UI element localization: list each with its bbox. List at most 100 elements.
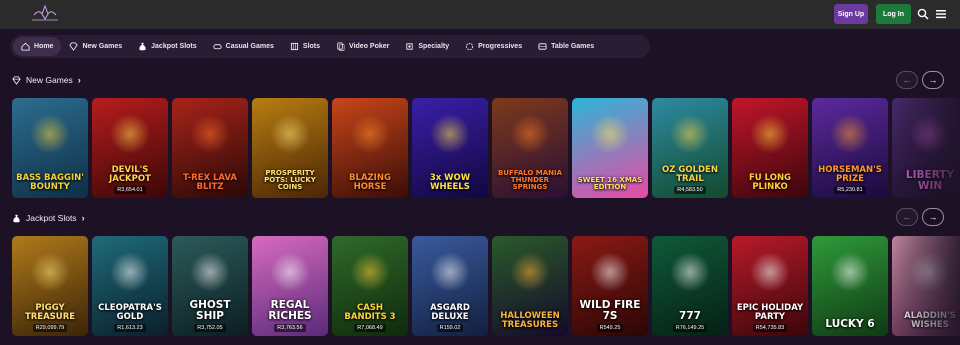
- money-bag-icon: [139, 42, 146, 51]
- nav-item-new-games[interactable]: New Games: [61, 37, 130, 56]
- game-tile[interactable]: HALLOWEEN TREASURES: [492, 236, 568, 336]
- jackpot-slots-heading[interactable]: Jackpot Slots ›: [12, 213, 85, 223]
- jackpot-amount: R549.25: [596, 324, 624, 332]
- jackpot-amount: R54,735.83: [752, 324, 788, 332]
- game-title: BASS BAGGIN' BOUNTY: [16, 173, 84, 192]
- game-artwork: [510, 114, 550, 154]
- game-title: LUCKY 6: [825, 317, 875, 330]
- game-artwork: [830, 252, 870, 292]
- game-tile[interactable]: REGAL RICHES R3,763.56: [252, 236, 328, 336]
- nav-item-video-poker[interactable]: Video Poker: [328, 37, 397, 56]
- game-artwork: [270, 252, 310, 292]
- game-title: DEVIL'S JACKPOT: [109, 165, 151, 184]
- game-tile[interactable]: PIGGY TREASURE R29,099.79: [12, 236, 88, 336]
- game-tile[interactable]: T-REX LAVA BLITZ: [172, 98, 248, 198]
- home-icon: [21, 42, 30, 51]
- game-title: CASH BANDITS 3: [344, 303, 396, 322]
- nav-item-label: Progressives: [478, 43, 523, 50]
- new-games-next-button[interactable]: →: [922, 71, 944, 89]
- game-tile[interactable]: HORSEMAN'S PRIZE R5,230.81: [812, 98, 888, 198]
- jackpot-amount: R1,613.23: [114, 324, 146, 332]
- game-title: FU LONG PLINKO: [748, 173, 792, 192]
- game-artwork: [750, 114, 790, 154]
- game-tile[interactable]: ASGARD DELUXE R159.02: [412, 236, 488, 336]
- game-tile[interactable]: 777 R76,149.25: [652, 236, 728, 336]
- chevron-right-icon: ›: [81, 213, 85, 223]
- jackpot-slots-title: Jackpot Slots: [26, 213, 77, 223]
- nav-item-label: New Games: [82, 43, 123, 50]
- game-tile[interactable]: CLEOPATRA'S GOLD R1,613.23: [92, 236, 168, 336]
- jackpot-amount: R3,654.01: [114, 186, 146, 194]
- progress-icon: [466, 42, 474, 51]
- nav-item-jackpot-slots[interactable]: Jackpot Slots: [130, 37, 205, 56]
- search-icon[interactable]: [917, 8, 929, 20]
- nav-item-progressives[interactable]: Progressives: [457, 37, 530, 56]
- game-artwork: [350, 114, 390, 154]
- new-games-heading[interactable]: New Games ›: [12, 75, 81, 85]
- jackpot-amount: R3,752.05: [194, 324, 226, 332]
- jackpot-amount: R5,230.81: [834, 186, 866, 194]
- game-title: SWEET 16 XMAS EDITION: [577, 176, 643, 191]
- nav-item-slots[interactable]: Slots: [282, 37, 328, 56]
- jackpot-slots-next-button[interactable]: →: [922, 208, 944, 226]
- new-games-prev-button[interactable]: ←: [896, 71, 918, 89]
- game-tile[interactable]: DEVIL'S JACKPOT R3,654.01: [92, 98, 168, 198]
- slot-icon: [290, 42, 298, 51]
- game-artwork: [430, 114, 470, 154]
- game-artwork: [670, 114, 710, 154]
- game-title: BLAZING HORSE: [349, 173, 391, 192]
- top-bar: Sign Up Log In: [0, 0, 960, 29]
- game-artwork: [750, 252, 790, 292]
- site-logo[interactable]: [28, 3, 62, 25]
- nav-item-table-games[interactable]: Table Games: [530, 37, 602, 56]
- game-tile[interactable]: PROSPERITY POTS: LUCKY COINS: [252, 98, 328, 198]
- game-title: 777: [679, 309, 701, 322]
- game-tile[interactable]: CASH BANDITS 3 R7,068.49: [332, 236, 408, 336]
- nav-item-label: Table Games: [551, 43, 595, 50]
- game-tile[interactable]: SWEET 16 XMAS EDITION: [572, 98, 648, 198]
- game-artwork: [110, 114, 150, 154]
- game-tile[interactable]: FU LONG PLINKO: [732, 98, 808, 198]
- game-tile[interactable]: EPIC HOLIDAY PARTY R54,735.83: [732, 236, 808, 336]
- jackpot-amount: R76,149.25: [672, 324, 708, 332]
- game-title: BUFFALO MANIA THUNDER SPRINGS: [497, 169, 563, 191]
- row-fade-overlay: [890, 236, 960, 336]
- game-tile[interactable]: BASS BAGGIN' BOUNTY: [12, 98, 88, 198]
- game-artwork: [510, 252, 550, 292]
- nav-item-casual-games[interactable]: Casual Games: [205, 37, 282, 56]
- login-button[interactable]: Log In: [876, 4, 911, 24]
- game-tile[interactable]: BLAZING HORSE: [332, 98, 408, 198]
- diamond-icon: [69, 42, 79, 51]
- game-title: PROSPERITY POTS: LUCKY COINS: [264, 169, 316, 191]
- signup-button[interactable]: Sign Up: [834, 4, 868, 24]
- game-tile[interactable]: LUCKY 6: [812, 236, 888, 336]
- game-title: WILD FIRE 7S: [579, 299, 641, 322]
- jackpot-amount: R4,583.50: [674, 186, 706, 194]
- cards-icon: [337, 42, 345, 51]
- game-tile[interactable]: WILD FIRE 7S R549.25: [572, 236, 648, 336]
- jackpot-slots-prev-button[interactable]: ←: [896, 208, 918, 226]
- game-title: 3x WOW WHEELS: [429, 173, 471, 192]
- game-title: HALLOWEEN TREASURES: [500, 311, 560, 330]
- jackpot-amount: R159.02: [436, 324, 464, 332]
- jackpot-amount: R7,068.49: [354, 324, 386, 332]
- nav-item-specialty[interactable]: Specialty: [397, 37, 457, 56]
- menu-icon[interactable]: [935, 8, 947, 20]
- puzzle-icon: [406, 43, 413, 50]
- game-title: PIGGY TREASURE: [24, 303, 76, 322]
- nav-item-home[interactable]: Home: [13, 37, 62, 56]
- game-tile[interactable]: BUFFALO MANIA THUNDER SPRINGS: [492, 98, 568, 198]
- game-title: GHOST SHIP: [189, 299, 231, 322]
- game-artwork: [30, 252, 70, 292]
- game-title: HORSEMAN'S PRIZE: [818, 165, 882, 184]
- game-artwork: [670, 252, 710, 292]
- game-tile[interactable]: OZ GOLDEN TRAIL R4,583.50: [652, 98, 728, 198]
- game-artwork: [350, 252, 390, 292]
- new-games-title: New Games: [26, 75, 73, 85]
- game-tile[interactable]: GHOST SHIP R3,752.05: [172, 236, 248, 336]
- nav-item-label: Jackpot Slots: [151, 43, 197, 50]
- new-games-row: BASS BAGGIN' BOUNTY DEVIL'S JACKPOT R3,654…: [12, 98, 960, 198]
- nav-item-label: Casual Games: [225, 43, 274, 50]
- game-tile[interactable]: 3x WOW WHEELS: [412, 98, 488, 198]
- nav-item-label: Specialty: [418, 43, 450, 50]
